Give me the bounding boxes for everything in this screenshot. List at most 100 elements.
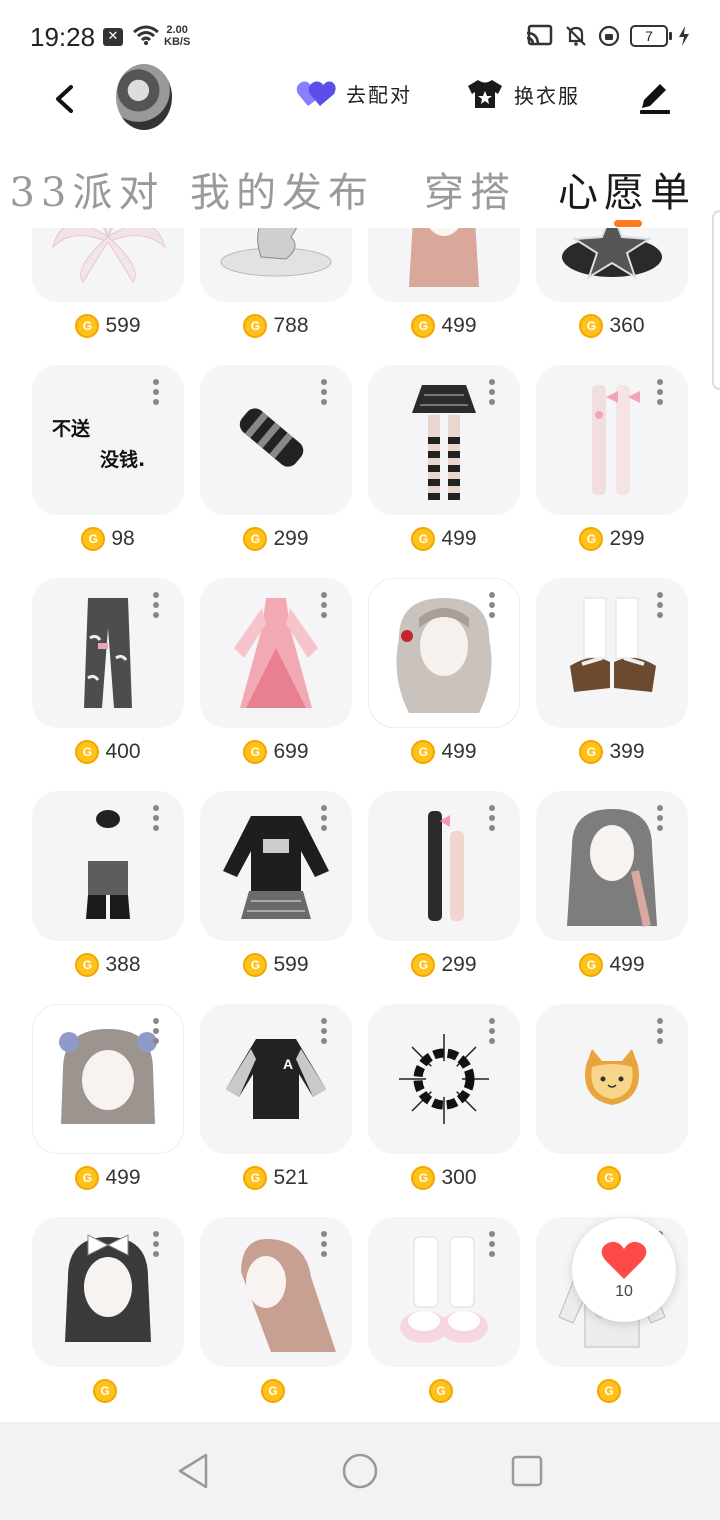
item-card[interactable]: G 400 bbox=[32, 578, 184, 791]
more-options-icon[interactable] bbox=[320, 1018, 328, 1044]
coin-icon: G bbox=[243, 527, 268, 551]
more-options-icon[interactable] bbox=[320, 1231, 328, 1257]
nav-recents-button[interactable] bbox=[505, 1449, 549, 1493]
more-options-icon[interactable] bbox=[320, 805, 328, 831]
price-value: 499 bbox=[441, 740, 477, 763]
item-card[interactable]: G 360 bbox=[536, 228, 688, 365]
item-card[interactable]: G bbox=[32, 1217, 184, 1422]
system-nav-bar bbox=[0, 1422, 720, 1520]
price-value: 499 bbox=[441, 527, 477, 550]
more-options-icon[interactable] bbox=[152, 1231, 160, 1257]
item-card[interactable]: G 499 bbox=[536, 791, 688, 1004]
change-clothes-label: 换衣服 bbox=[514, 83, 580, 108]
varsity-jacket-icon: A bbox=[200, 1004, 352, 1154]
coin-icon: G bbox=[81, 527, 106, 551]
match-label: 去配对 bbox=[346, 82, 412, 107]
price-value: 599 bbox=[273, 953, 309, 976]
back-button[interactable] bbox=[44, 76, 84, 122]
nav-home-button[interactable] bbox=[338, 1449, 382, 1493]
item-price: G 599 bbox=[200, 953, 352, 977]
coin-icon: G bbox=[243, 1166, 268, 1190]
item-price: G bbox=[536, 1379, 688, 1403]
black-boots-set-icon bbox=[32, 791, 184, 941]
more-options-icon[interactable] bbox=[152, 805, 160, 831]
item-price: G 388 bbox=[32, 953, 184, 977]
more-options-icon[interactable] bbox=[152, 1018, 160, 1044]
more-options-icon[interactable] bbox=[320, 592, 328, 618]
more-options-icon[interactable] bbox=[656, 379, 664, 405]
white-fox-tails-icon bbox=[32, 228, 184, 302]
favorite-count: 10 bbox=[615, 1283, 633, 1300]
edit-button[interactable] bbox=[636, 78, 672, 118]
item-card[interactable]: G 599 bbox=[32, 228, 184, 365]
black-halo-icon bbox=[368, 1004, 520, 1154]
item-card[interactable]: G 499 bbox=[32, 1004, 184, 1217]
tab-wishlist[interactable]: 心愿单 bbox=[558, 160, 696, 218]
silver-wavy-hair-icon bbox=[368, 578, 520, 728]
item-card[interactable]: G bbox=[200, 1217, 352, 1422]
item-card[interactable]: G bbox=[368, 1217, 520, 1422]
sticker-text-line-1: 不送 bbox=[52, 418, 91, 440]
item-card[interactable]: G 699 bbox=[200, 578, 352, 791]
more-options-icon[interactable] bbox=[488, 379, 496, 405]
item-card[interactable]: G 299 bbox=[368, 791, 520, 1004]
price-value: 299 bbox=[609, 527, 645, 550]
item-card[interactable]: G 299 bbox=[536, 365, 688, 578]
avatar[interactable] bbox=[116, 64, 172, 130]
more-options-icon[interactable] bbox=[656, 592, 664, 618]
silver-dragon-stage-icon bbox=[200, 228, 352, 302]
change-clothes-button[interactable]: 换衣服 bbox=[466, 78, 580, 110]
item-card[interactable]: G 299 bbox=[200, 365, 352, 578]
more-options-icon[interactable] bbox=[152, 379, 160, 405]
more-options-icon[interactable] bbox=[152, 592, 160, 618]
item-price: G 98 bbox=[32, 527, 184, 551]
more-options-icon[interactable] bbox=[656, 1018, 664, 1044]
favorite-floating-button[interactable]: 10 bbox=[572, 1218, 676, 1322]
pen-icon bbox=[640, 84, 670, 114]
pink-long-hair-icon bbox=[368, 228, 520, 302]
star-pedestal-icon bbox=[536, 228, 688, 302]
item-card[interactable]: G 599 bbox=[200, 791, 352, 1004]
item-card[interactable]: G 788 bbox=[200, 228, 352, 365]
price-value: 388 bbox=[105, 953, 141, 976]
match-button[interactable]: 去配对 bbox=[296, 78, 412, 108]
item-card[interactable]: A G 521 bbox=[200, 1004, 352, 1217]
coin-icon: G bbox=[75, 740, 100, 764]
more-options-icon[interactable] bbox=[488, 1231, 496, 1257]
sticker-text-line-2: 没钱. bbox=[100, 449, 146, 471]
price-value: 499 bbox=[441, 314, 477, 337]
tab-my-posts[interactable]: 我的发布 bbox=[190, 160, 374, 218]
item-price: G 399 bbox=[536, 740, 688, 764]
network-speed: 2.00 KB/S bbox=[164, 24, 191, 48]
more-options-icon[interactable] bbox=[656, 805, 664, 831]
notification-x-icon: ✕ bbox=[103, 28, 123, 46]
circle-home-icon bbox=[342, 1453, 378, 1489]
more-options-icon[interactable] bbox=[488, 1018, 496, 1044]
brown-long-hair-icon bbox=[200, 1217, 352, 1367]
item-price: G bbox=[200, 1379, 352, 1403]
nav-back-button[interactable] bbox=[171, 1449, 215, 1493]
item-card[interactable]: G 399 bbox=[536, 578, 688, 791]
black-stockings-icon bbox=[368, 791, 520, 941]
coin-icon: G bbox=[411, 314, 436, 338]
item-card[interactable]: G 499 bbox=[368, 365, 520, 578]
item-card[interactable]: G bbox=[536, 1004, 688, 1217]
more-options-icon[interactable] bbox=[320, 379, 328, 405]
more-options-icon[interactable] bbox=[488, 592, 496, 618]
coin-icon: G bbox=[243, 314, 268, 338]
item-card[interactable]: G 499 bbox=[368, 228, 520, 365]
item-card[interactable]: G 388 bbox=[32, 791, 184, 1004]
price-value: 299 bbox=[273, 527, 309, 550]
more-options-icon[interactable] bbox=[488, 805, 496, 831]
price-value: 399 bbox=[609, 740, 645, 763]
item-card[interactable]: 不送 没钱. G 98 bbox=[32, 365, 184, 578]
item-card[interactable]: G 300 bbox=[368, 1004, 520, 1217]
black-sweater-skirt-icon bbox=[200, 791, 352, 941]
tab-outfits[interactable]: 穿搭 bbox=[424, 160, 516, 218]
item-card[interactable]: G 499 bbox=[368, 578, 520, 791]
tab-party[interactable]: 233派对 bbox=[0, 160, 164, 218]
square-recents-icon bbox=[511, 1455, 542, 1487]
coin-icon: G bbox=[411, 953, 436, 977]
tshirt-icon bbox=[468, 80, 502, 108]
item-price: G 499 bbox=[368, 314, 520, 338]
